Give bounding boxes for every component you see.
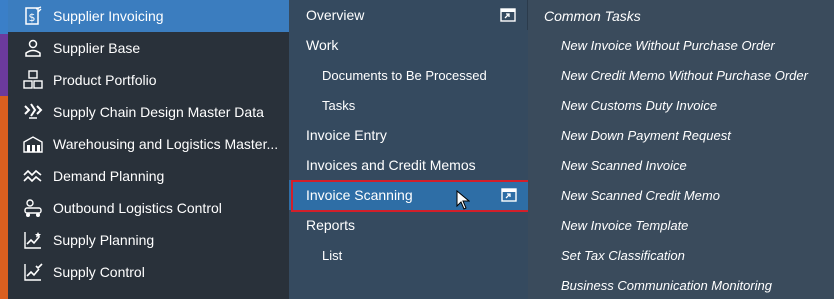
open-in-new-window-icon[interactable] [500,186,518,204]
common-tasks-list: New Invoice Without Purchase Order New C… [561,30,808,299]
task-link[interactable]: New Scanned Credit Memo [561,180,808,210]
menu-item-label: Tasks [322,97,356,113]
task-link[interactable]: New Credit Memo Without Purchase Order [561,60,808,90]
sidebar-item-warehousing[interactable]: Warehousing and Logistics Master... [8,128,289,160]
menu-item-label: Documents to Be Processed [322,67,487,83]
product-cubes-icon [22,70,44,90]
warehouse-icon [22,134,44,154]
demand-wave-icon [22,166,44,186]
menu-item-tasks[interactable]: Tasks [289,90,528,120]
menu-item-invoices-and-credit-memos[interactable]: Invoices and Credit Memos [289,150,528,180]
menu-item-list[interactable]: List [289,240,528,270]
menu-item-label: Invoice Entry [306,127,387,143]
sidebar-item-label: Product Portfolio [53,72,157,88]
menu-group-reports: Reports [289,210,528,240]
sidebar-item-supplier-base[interactable]: Supplier Base [8,32,289,64]
task-link[interactable]: New Invoice Without Purchase Order [561,30,808,60]
menu-item-label: List [322,247,343,263]
invoice-dollar-icon: $ [22,6,44,26]
task-link[interactable]: New Customs Duty Invoice [561,90,808,120]
common-tasks-title: Common Tasks [544,8,641,24]
svg-text:$: $ [29,11,36,24]
menu-item-invoice-scanning[interactable]: Invoice Scanning [289,180,528,210]
open-in-new-window-icon[interactable] [499,6,517,24]
sidebar-item-label: Supply Chain Design Master Data [53,104,264,120]
control-chart-icon [22,262,44,282]
common-tasks-panel: Common Tasks New Invoice Without Purchas… [528,0,834,299]
task-link[interactable]: Set Tax Classification [561,240,808,270]
task-link[interactable]: New Down Payment Request [561,120,808,150]
task-link[interactable]: New Scanned Invoice [561,150,808,180]
menu-item-overview[interactable]: Overview [289,0,528,30]
menu-group-work: Work [289,30,528,60]
accent-bar-purple [0,34,8,96]
sidebar-item-label: Outbound Logistics Control [53,200,222,216]
menu-item-invoice-entry[interactable]: Invoice Entry [289,120,528,150]
sidebar-item-outbound-logistics[interactable]: Outbound Logistics Control [8,192,289,224]
planning-chart-icon [22,230,44,250]
menu-item-documents-to-be-processed[interactable]: Documents to Be Processed [289,60,528,90]
sidebar-item-demand-planning[interactable]: Demand Planning [8,160,289,192]
task-link[interactable]: Business Communication Monitoring [561,270,808,299]
sidebar-item-supply-chain-design[interactable]: Supply Chain Design Master Data [8,96,289,128]
menu-item-label: Invoices and Credit Memos [306,157,476,173]
sidebar-item-label: Supply Planning [53,232,155,248]
sidebar: $ Supplier Invoicing Supplier Base Produ… [0,0,289,299]
sidebar-item-product-portfolio[interactable]: Product Portfolio [8,64,289,96]
sidebar-item-label: Warehousing and Logistics Master... [53,136,279,152]
accent-bar-blue [0,0,8,34]
sidebar-item-label: Supplier Invoicing [53,8,164,24]
sidebar-item-supplier-invoicing[interactable]: $ Supplier Invoicing [8,0,289,32]
sidebar-items: $ Supplier Invoicing Supplier Base Produ… [8,0,289,288]
sidebar-item-label: Supplier Base [53,40,141,56]
menu-item-label: Work [306,37,339,53]
sidebar-item-supply-control[interactable]: Supply Control [8,256,289,288]
supply-chain-icon [22,102,44,122]
mouse-cursor-icon [456,190,470,210]
sidebar-item-label: Demand Planning [53,168,165,184]
task-link[interactable]: New Invoice Template [561,210,808,240]
app-menu: Overview Work Documents to Be Processed … [289,0,528,299]
accent-bar-orange [0,96,8,299]
supplier-person-icon [22,38,44,58]
sidebar-item-supply-planning[interactable]: Supply Planning [8,224,289,256]
menu-item-label: Invoice Scanning [306,187,413,203]
menu-item-label: Overview [306,7,365,23]
sidebar-item-label: Supply Control [53,264,145,280]
truck-icon [22,198,44,218]
menu-item-label: Reports [306,217,356,233]
